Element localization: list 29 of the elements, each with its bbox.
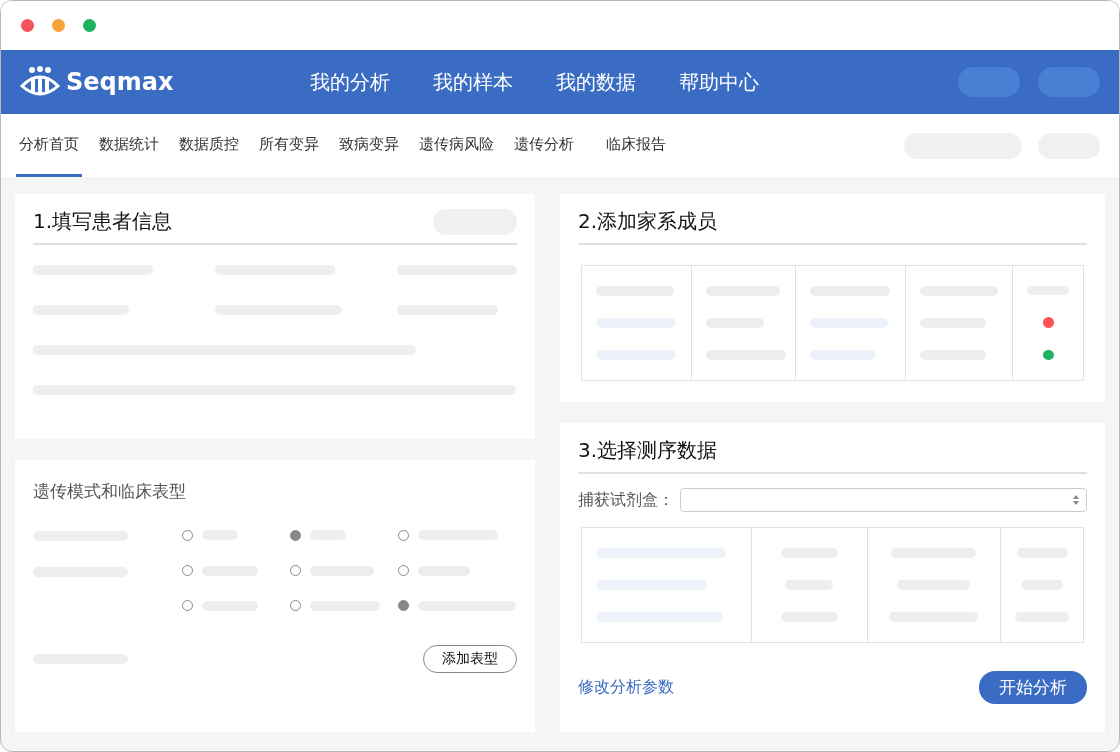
tab[interactable]: 数据质控 <box>176 114 242 177</box>
start-analysis-button[interactable]: 开始分析 <box>979 671 1087 704</box>
logo-icon <box>20 66 60 98</box>
zoom-button[interactable] <box>83 19 96 32</box>
nav-link[interactable]: 帮助中心 <box>679 68 759 96</box>
kit-select[interactable] <box>680 488 1087 512</box>
tab[interactable]: 遗传分析 <box>511 114 577 177</box>
tab[interactable]: 数据统计 <box>96 114 162 177</box>
tab[interactable]: 遗传病风险 <box>416 114 497 177</box>
section-title: 3.选择测序数据 <box>578 437 718 464</box>
nav-link[interactable]: 我的数据 <box>556 68 636 96</box>
add-phenotype-button[interactable]: 添加表型 <box>423 645 517 673</box>
nav-link[interactable]: 我的分析 <box>310 68 390 96</box>
radio-button[interactable] <box>398 600 409 611</box>
edit-parameters-link[interactable]: 修改分析参数 <box>578 677 674 698</box>
nav-link[interactable]: 我的样本 <box>433 68 513 96</box>
updown-arrows-icon <box>1072 494 1080 506</box>
tab[interactable]: 所有变异 <box>256 114 322 177</box>
section-title: 2.添加家系成员 <box>578 208 718 235</box>
field-label: 捕获试剂盒： <box>578 489 674 511</box>
logo-text: Seqmax <box>66 68 174 96</box>
close-button[interactable] <box>21 19 34 32</box>
tab[interactable]: 致病变异 <box>336 114 402 177</box>
radio-button[interactable] <box>290 529 301 541</box>
section-title: 遗传模式和临床表型 <box>33 480 187 503</box>
minimize-button[interactable] <box>52 19 65 32</box>
tab[interactable]: 临床报告 <box>603 114 669 177</box>
section-title: 1.填写患者信息 <box>33 208 173 235</box>
tab[interactable]: 分析首页 <box>16 114 82 177</box>
